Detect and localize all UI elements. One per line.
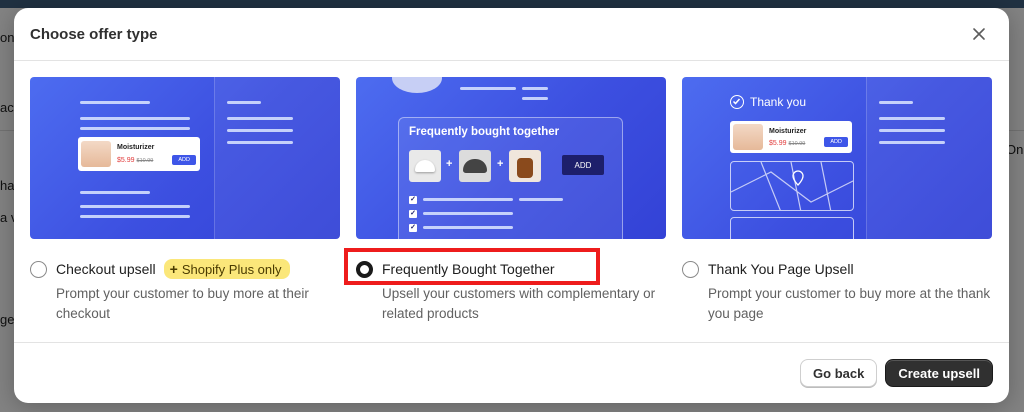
option-description: Prompt your customer to buy more at the … <box>708 286 991 321</box>
illustration-line <box>227 141 293 144</box>
illustration-line <box>519 198 563 201</box>
illustration-line <box>80 117 190 120</box>
plus-icon: + <box>446 158 453 170</box>
check-circle-icon <box>730 95 744 109</box>
illustration-line <box>227 129 293 132</box>
thank-you-title: Thank you <box>750 95 807 109</box>
plus-icon: + <box>169 261 178 277</box>
selection-highlight <box>344 248 600 285</box>
illustration-line <box>423 212 513 215</box>
fbt-add-button: ADD <box>562 155 604 175</box>
illustration-line <box>522 87 548 90</box>
address-box <box>730 217 854 239</box>
radio-checkout-upsell[interactable] <box>30 260 47 278</box>
illustration-line <box>80 205 190 208</box>
offer-card-thank-you[interactable]: Thank you Moisturizer $5.99 $10.99 ADD T… <box>682 77 992 324</box>
illustration-line <box>227 117 293 120</box>
option-description: Upsell your customers with complementary… <box>382 286 656 321</box>
modal-footer: Go back Create upsell <box>14 342 1009 403</box>
illustration-line <box>80 127 190 130</box>
product-price: $5.99 <box>117 157 135 164</box>
illustration-line <box>80 101 150 104</box>
modal-body: Moisturizer $5.99 $10.99 ADD Checkout up… <box>14 62 1009 342</box>
product-old-price: $10.99 <box>788 140 806 147</box>
product-add-button: ADD <box>824 137 848 147</box>
fbt-illustration: Frequently bought together + + ADD ✓ ✓ ✓ <box>356 77 666 239</box>
shopify-plus-badge: + Shopify Plus only <box>163 259 290 279</box>
checkbox-icon: ✓ <box>409 224 417 232</box>
create-upsell-button[interactable]: Create upsell <box>885 359 993 387</box>
product-name: Moisturizer <box>117 144 155 151</box>
illustration-line <box>227 101 261 104</box>
product-old-price: $10.99 <box>136 158 154 164</box>
illustration-line <box>522 97 548 100</box>
option-label: Checkout upsell <box>56 261 156 277</box>
fbt-title: Frequently bought together <box>409 126 560 138</box>
illustration-line <box>879 117 945 120</box>
badge-label: Shopify Plus only <box>181 261 282 277</box>
option-label: Thank You Page Upsell <box>708 261 854 277</box>
illustration-line <box>879 141 945 144</box>
map-illustration <box>730 161 854 211</box>
product-add-button: ADD <box>172 155 196 165</box>
product-thumbnail <box>81 141 111 167</box>
fbt-widget: Frequently bought together + + ADD ✓ ✓ ✓ <box>398 117 623 239</box>
illustration-line <box>879 129 945 132</box>
product-name: Moisturizer <box>769 127 807 135</box>
illustration-line <box>423 226 513 229</box>
offer-card-checkout[interactable]: Moisturizer $5.99 $10.99 ADD Checkout up… <box>30 77 340 324</box>
illustration-line <box>460 87 516 90</box>
illustration-sidebar <box>214 77 340 239</box>
checkbox-icon: ✓ <box>409 196 417 204</box>
illustration-sidebar <box>866 77 992 239</box>
close-icon <box>973 28 985 40</box>
fbt-item-bag <box>509 150 541 182</box>
product-price: $5.99 <box>769 139 787 147</box>
illustration-line <box>879 101 913 104</box>
option-description: Prompt your customer to buy more at thei… <box>56 286 309 321</box>
thank-you-illustration: Thank you Moisturizer $5.99 $10.99 ADD <box>682 77 992 239</box>
offer-type-modal: Choose offer type Moisturizer $5.99 $10.… <box>14 8 1009 403</box>
modal-header: Choose offer type <box>14 8 1009 61</box>
fbt-item-hat <box>459 150 491 182</box>
product-card: Moisturizer $5.99 $10.99 ADD <box>78 137 200 171</box>
go-back-button[interactable]: Go back <box>800 359 878 387</box>
fbt-item-cap <box>409 150 441 182</box>
checkbox-icon: ✓ <box>409 210 417 218</box>
product-card: Moisturizer $5.99 $10.99 ADD <box>730 121 852 153</box>
radio-thank-you-page-upsell[interactable] <box>682 260 699 278</box>
option-thank-you-page-upsell[interactable]: Thank You Page Upsell <box>682 259 992 279</box>
product-thumbnail <box>733 124 763 150</box>
illustration-line <box>80 215 190 218</box>
illustration-line <box>423 198 513 201</box>
close-button[interactable] <box>967 22 991 46</box>
plus-icon: + <box>497 158 504 170</box>
checkout-illustration: Moisturizer $5.99 $10.99 ADD <box>30 77 340 239</box>
illustration-product-image <box>392 77 442 93</box>
modal-title: Choose offer type <box>30 25 158 43</box>
illustration-line <box>80 191 150 194</box>
option-checkout-upsell[interactable]: Checkout upsell + Shopify Plus only <box>30 259 340 279</box>
offer-card-fbt[interactable]: Frequently bought together + + ADD ✓ ✓ ✓… <box>356 77 666 324</box>
